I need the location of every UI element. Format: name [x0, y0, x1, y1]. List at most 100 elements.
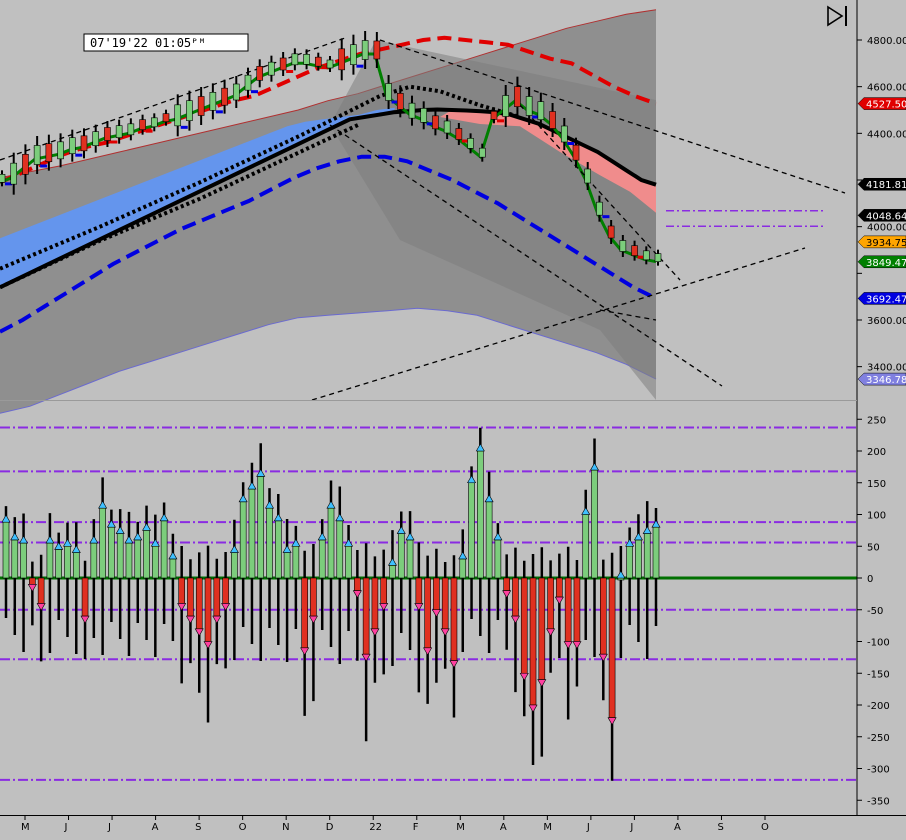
price-tag-label: 4527.50 — [866, 100, 906, 111]
oscillator-bar — [538, 577, 546, 680]
oscillator-bar — [213, 577, 221, 617]
oscillator-bar — [494, 539, 502, 579]
skip-to-end-icon[interactable] — [824, 4, 852, 28]
price-bar — [303, 54, 310, 65]
price-bar — [631, 245, 638, 256]
price-tag-label: 3692.47 — [866, 294, 906, 305]
oscillator-tick-label: -350 — [867, 796, 890, 807]
price-bar — [150, 117, 158, 128]
price-bar — [642, 250, 650, 261]
time-tick-label: M — [543, 822, 552, 833]
price-bar — [502, 95, 510, 117]
price-bar — [268, 61, 275, 76]
signal-tick — [251, 90, 258, 94]
price-bar — [186, 100, 193, 121]
oscillator-bar — [46, 542, 54, 579]
price-tick-label: 3600.00 — [867, 316, 906, 327]
oscillator-bar — [64, 545, 71, 579]
timestamp-box: 07'19'22 01:05ᴾᴹ — [83, 33, 249, 52]
price-bar — [174, 104, 182, 127]
price-bar — [115, 125, 123, 138]
time-tick-label: J — [64, 822, 68, 833]
price-bar — [104, 127, 111, 141]
price-bar — [420, 108, 428, 123]
time-tick-label: J — [629, 822, 633, 833]
oscillator-bar — [257, 476, 265, 579]
price-bar — [139, 119, 146, 130]
price-bar — [455, 128, 463, 140]
oscillator-bar — [90, 542, 98, 579]
oscillator-bar — [108, 526, 115, 579]
oscillator-bar — [380, 577, 388, 604]
price-bar — [443, 120, 451, 134]
oscillator-bar — [125, 542, 133, 579]
price-bar — [396, 93, 404, 110]
oscillator-bar — [327, 507, 335, 579]
oscillator-bar — [204, 577, 212, 642]
oscillator-bar — [573, 577, 581, 642]
price-bar — [619, 240, 627, 252]
oscillator-bar — [283, 552, 291, 579]
oscillator-bar — [477, 450, 484, 579]
oscillator-bar — [503, 577, 510, 591]
time-tick-label: A — [152, 822, 159, 833]
oscillator-bar — [529, 577, 537, 706]
price-bar — [338, 48, 346, 71]
price-bar — [326, 59, 334, 69]
oscillator-bar — [301, 577, 308, 649]
time-tick-label: M — [21, 822, 30, 833]
oscillator-tick-label: -300 — [867, 765, 890, 776]
oscillator-bar — [468, 482, 475, 579]
price-bar — [57, 141, 64, 160]
price-bar — [490, 111, 498, 120]
oscillator-bar — [371, 577, 379, 630]
oscillator-bar — [582, 514, 590, 579]
oscillator-bar — [608, 577, 616, 718]
signal-tick — [215, 110, 223, 114]
price-tag-label: 3849.47 — [866, 258, 906, 269]
oscillator-bar — [389, 564, 396, 579]
signal-tick — [286, 70, 294, 73]
price-bar — [314, 56, 322, 67]
price-bar — [560, 125, 568, 143]
oscillator-bar — [239, 501, 247, 579]
timestamp-label: 07'19'22 01:05ᴾᴹ — [90, 36, 206, 50]
price-bar — [525, 96, 533, 116]
price-tick-label: 4000.00 — [867, 223, 906, 234]
price-tag-label: 3934.75 — [866, 238, 906, 249]
oscillator-bar — [292, 545, 300, 579]
oscillator-bar — [55, 549, 63, 579]
price-tick-label: 4400.00 — [867, 129, 906, 140]
oscillator-tick-label: -250 — [867, 733, 890, 744]
price-bar — [33, 145, 41, 165]
price-tick-label: 4800.00 — [867, 36, 906, 47]
oscillator-bar — [160, 520, 168, 579]
price-bar — [0, 174, 6, 183]
time-tick-label: N — [282, 822, 289, 833]
price-tag-label: 3346.78 — [866, 375, 906, 386]
price-bar — [80, 135, 88, 152]
price-bar — [432, 115, 439, 130]
oscillator-bar — [266, 507, 273, 579]
oscillator-bar — [459, 558, 467, 579]
oscillator-bar — [222, 577, 229, 604]
time-tick-label: M — [456, 822, 465, 833]
oscillator-bar — [591, 469, 598, 579]
chart-canvas: 4800.00 4600.00 4400.00 4000.00 3600.00 3400.… — [0, 0, 906, 840]
time-tick-label: S — [195, 822, 201, 833]
price-bar — [373, 40, 381, 60]
oscillator-bar — [441, 577, 449, 630]
oscillator-bar — [37, 577, 45, 604]
oscillator-bar — [643, 533, 651, 579]
oscillator-tick-label: -150 — [867, 669, 890, 680]
oscillator-bar — [187, 577, 194, 617]
oscillator-bar — [485, 501, 493, 579]
price-bar — [361, 40, 369, 60]
time-tick-label: D — [326, 822, 334, 833]
oscillator-bar — [143, 530, 150, 579]
oscillator-tick-label: 150 — [867, 479, 886, 490]
oscillator-tick-label: 200 — [867, 447, 886, 458]
oscillator-bar — [20, 542, 27, 579]
price-bar — [478, 147, 486, 158]
signal-tick — [356, 64, 364, 68]
